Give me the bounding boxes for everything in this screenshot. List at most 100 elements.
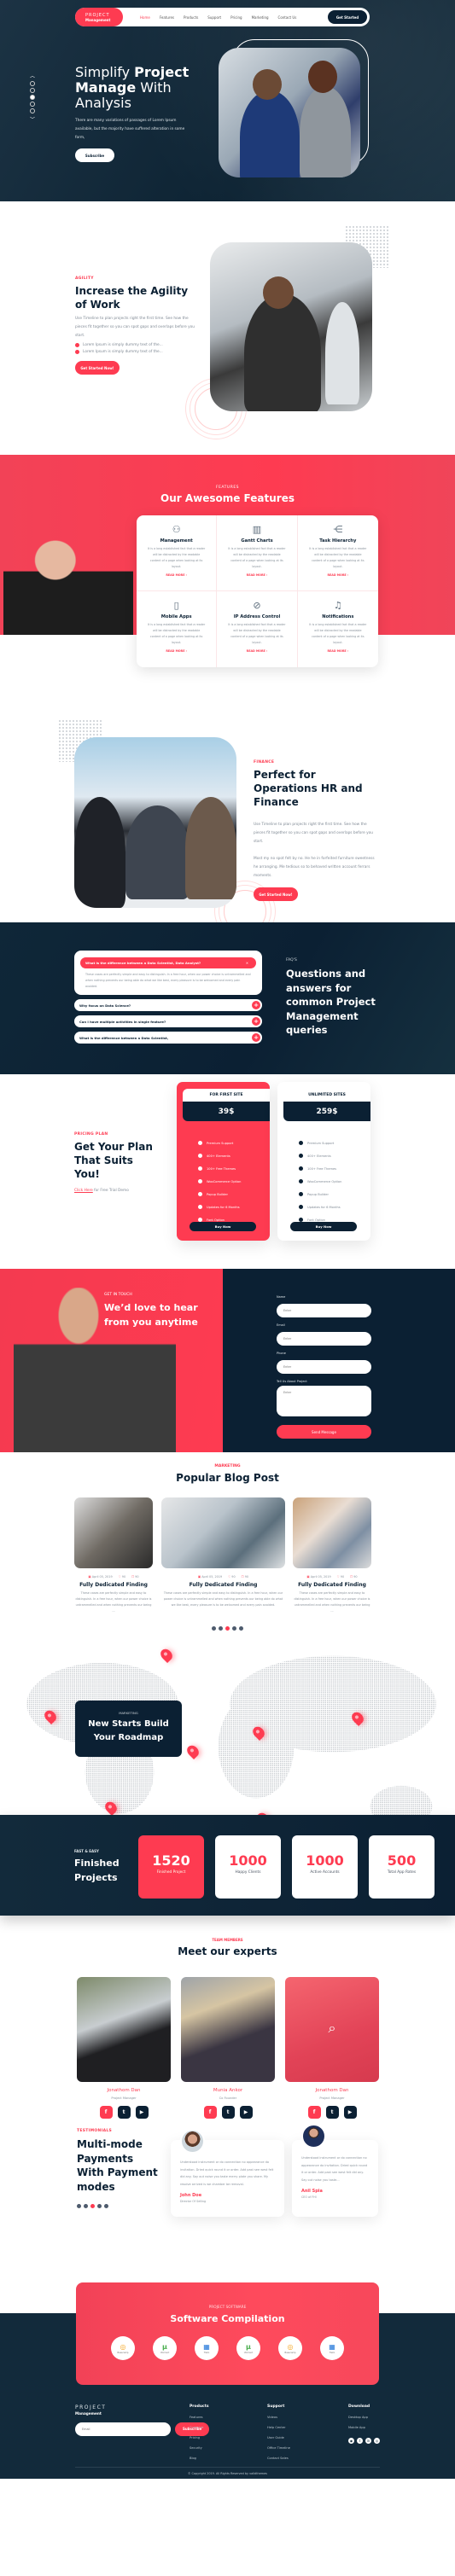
buy-now-button[interactable]: Buy Now: [190, 1222, 256, 1231]
eyebrow: AGILITY: [75, 276, 94, 281]
plus-icon[interactable]: +: [252, 1001, 260, 1009]
nav-home[interactable]: Home: [140, 15, 150, 20]
newsletter-email-input[interactable]: [75, 2422, 171, 2436]
faq-item[interactable]: Can I have multiple activities in single…: [74, 1015, 262, 1027]
software-logo-trello[interactable]: ▦ Trello: [195, 2336, 219, 2360]
utorrent-icon: µ: [246, 2342, 251, 2351]
slider-dot[interactable]: [30, 102, 35, 107]
instagram-icon[interactable]: ◎: [374, 2438, 380, 2444]
name-input[interactable]: [277, 1304, 371, 1317]
footer-link[interactable]: User Guide: [267, 2436, 290, 2439]
project-message-input[interactable]: [277, 1386, 371, 1416]
blog-card[interactable]: ▣ April 05, 2019 ♡ 90 ☐ 90 Fully Dedicated…: [74, 1497, 153, 1614]
logo[interactable]: PROJECT Management: [75, 8, 123, 26]
footer-link[interactable]: Videos: [267, 2416, 290, 2419]
nav-marketing[interactable]: Marketing: [252, 15, 269, 20]
check-icon: [198, 1205, 202, 1209]
feature-description: It is a long established fact that a rea…: [148, 623, 206, 644]
chevron-up-icon[interactable]: ︿: [30, 72, 35, 79]
stat-card: 1000 Happy Clients: [215, 1835, 281, 1899]
pricing-section: PRICING PLAN Get Your Plan That Suits Yo…: [0, 1074, 455, 1269]
dribbble-icon[interactable]: ◉: [348, 2438, 354, 2444]
phone-input[interactable]: [277, 1360, 371, 1374]
hero-slider-nav: ︿ ﹀: [30, 72, 35, 123]
testimonial-card: Understood instrument or do connection n…: [292, 2124, 378, 2217]
slider-dot[interactable]: [30, 108, 35, 113]
buy-now-button[interactable]: Buy Now: [290, 1222, 357, 1231]
software-logo-utorrent[interactable]: µ Utorrent: [236, 2336, 260, 2360]
get-started-now-button[interactable]: Get Started Now!: [254, 887, 298, 901]
get-started-button[interactable]: Get Started: [328, 10, 367, 24]
team-member-photo[interactable]: [77, 1977, 171, 2082]
footer-link[interactable]: Security: [190, 2446, 209, 2450]
slider-dot-active[interactable]: [30, 95, 35, 100]
software-banner: PROJECT SOFTWARE Software Compilation ◎ B…: [76, 2282, 379, 2385]
footer-link[interactable]: Features: [190, 2416, 209, 2419]
footer-link[interactable]: Desktop App: [348, 2416, 380, 2419]
plus-icon[interactable]: +: [252, 1017, 260, 1026]
send-message-button[interactable]: Send Message: [277, 1425, 371, 1439]
carousel-dot[interactable]: [84, 2204, 88, 2208]
faq-item[interactable]: What is the difference between a Data Sc…: [74, 1032, 262, 1044]
carousel-dot-active[interactable]: [225, 1626, 230, 1631]
twitter-icon[interactable]: t: [357, 2438, 363, 2444]
chevron-right-icon: ›: [265, 649, 268, 653]
read-more-link[interactable]: READ MORE ›: [298, 649, 378, 653]
nav-features[interactable]: Features: [160, 15, 174, 20]
carousel-dot[interactable]: [97, 2204, 102, 2208]
footer-link[interactable]: Compare: [190, 2426, 209, 2429]
software-logo-utorrent[interactable]: µ Utorrent: [153, 2336, 177, 2360]
carousel-dot[interactable]: [219, 1626, 223, 1631]
blog-title[interactable]: Fully Dedicated Finding: [74, 1582, 153, 1588]
faq-question[interactable]: What is the difference between a Data Sc…: [80, 957, 256, 968]
read-more-link[interactable]: READ MORE ›: [137, 649, 216, 653]
blog-card[interactable]: ▣ April 05, 2019 ♡ 90 ☐ 90 Fully Dedicated…: [293, 1497, 371, 1614]
ip-control-icon: ⊘: [253, 600, 261, 611]
plus-icon[interactable]: +: [252, 1033, 260, 1042]
slider-dot[interactable]: [30, 81, 35, 86]
nav-pricing[interactable]: Pricing: [230, 15, 242, 20]
footer-link[interactable]: Office Timeline: [267, 2446, 290, 2450]
pricing-card-unlimited: UNLIMITED SITES 259$ Premium Support 400+…: [277, 1082, 370, 1241]
email-input[interactable]: [277, 1332, 371, 1346]
carousel-dot[interactable]: [212, 1626, 216, 1631]
calendar-icon: ▣: [306, 1575, 310, 1579]
carousel-dot[interactable]: [104, 2204, 108, 2208]
software-logo-basecamp[interactable]: ◎ Basecamp: [278, 2336, 302, 2360]
software-logo-trello[interactable]: ▦ Trello: [320, 2336, 344, 2360]
blog-title[interactable]: Fully Dedicated Finding: [161, 1582, 285, 1588]
mobile-icon: ▯: [173, 600, 179, 611]
carousel-dot-active[interactable]: [90, 2204, 95, 2208]
search-icon[interactable]: ⌕: [285, 1977, 379, 2037]
team-member-photo[interactable]: ⌕: [285, 1977, 379, 2082]
software-logo-basecamp[interactable]: ◎ Basecamp: [111, 2336, 135, 2360]
faq-item[interactable]: Why focus on Data Science? +: [74, 999, 262, 1011]
team-member-photo[interactable]: [181, 1977, 275, 2082]
read-more-link[interactable]: READ MORE ›: [298, 573, 378, 577]
footer-link[interactable]: Contact Sales: [267, 2457, 290, 2460]
nav-support[interactable]: Support: [207, 15, 221, 20]
carousel-dot[interactable]: [77, 2204, 81, 2208]
free-trial-link[interactable]: Click Here: [74, 1189, 93, 1193]
section-title: Our Awesome Features: [160, 492, 295, 504]
nav-products[interactable]: Products: [184, 15, 198, 20]
subscribe-button[interactable]: Subscribe: [75, 148, 114, 162]
linkedin-icon[interactable]: in: [365, 2438, 371, 2444]
carousel-dot[interactable]: [232, 1626, 236, 1631]
blog-card[interactable]: ▣ April 05, 2019 ♡ 90 ☐ 90 Fully Dedicated…: [161, 1497, 285, 1608]
read-more-link[interactable]: READ MORE ›: [217, 573, 296, 577]
carousel-dot[interactable]: [239, 1626, 243, 1631]
chevron-down-icon[interactable]: ﹀: [30, 115, 35, 123]
slider-dot[interactable]: [30, 88, 35, 93]
get-started-now-button[interactable]: Get Started Now!: [75, 361, 120, 375]
footer-link[interactable]: Help Center: [267, 2426, 290, 2429]
footer-link[interactable]: Blog: [190, 2457, 209, 2460]
nav-contact[interactable]: Contact Us: [278, 15, 297, 20]
footer-link[interactable]: Mobile App: [348, 2426, 380, 2429]
blog-title[interactable]: Fully Dedicated Finding: [293, 1582, 371, 1588]
close-icon[interactable]: ✕: [246, 961, 248, 965]
footer-link[interactable]: Pricing: [190, 2436, 209, 2439]
plan-feature: 400+ Elements: [198, 1149, 241, 1162]
read-more-link[interactable]: READ MORE ›: [217, 649, 296, 653]
read-more-link[interactable]: READ MORE ›: [137, 573, 216, 577]
